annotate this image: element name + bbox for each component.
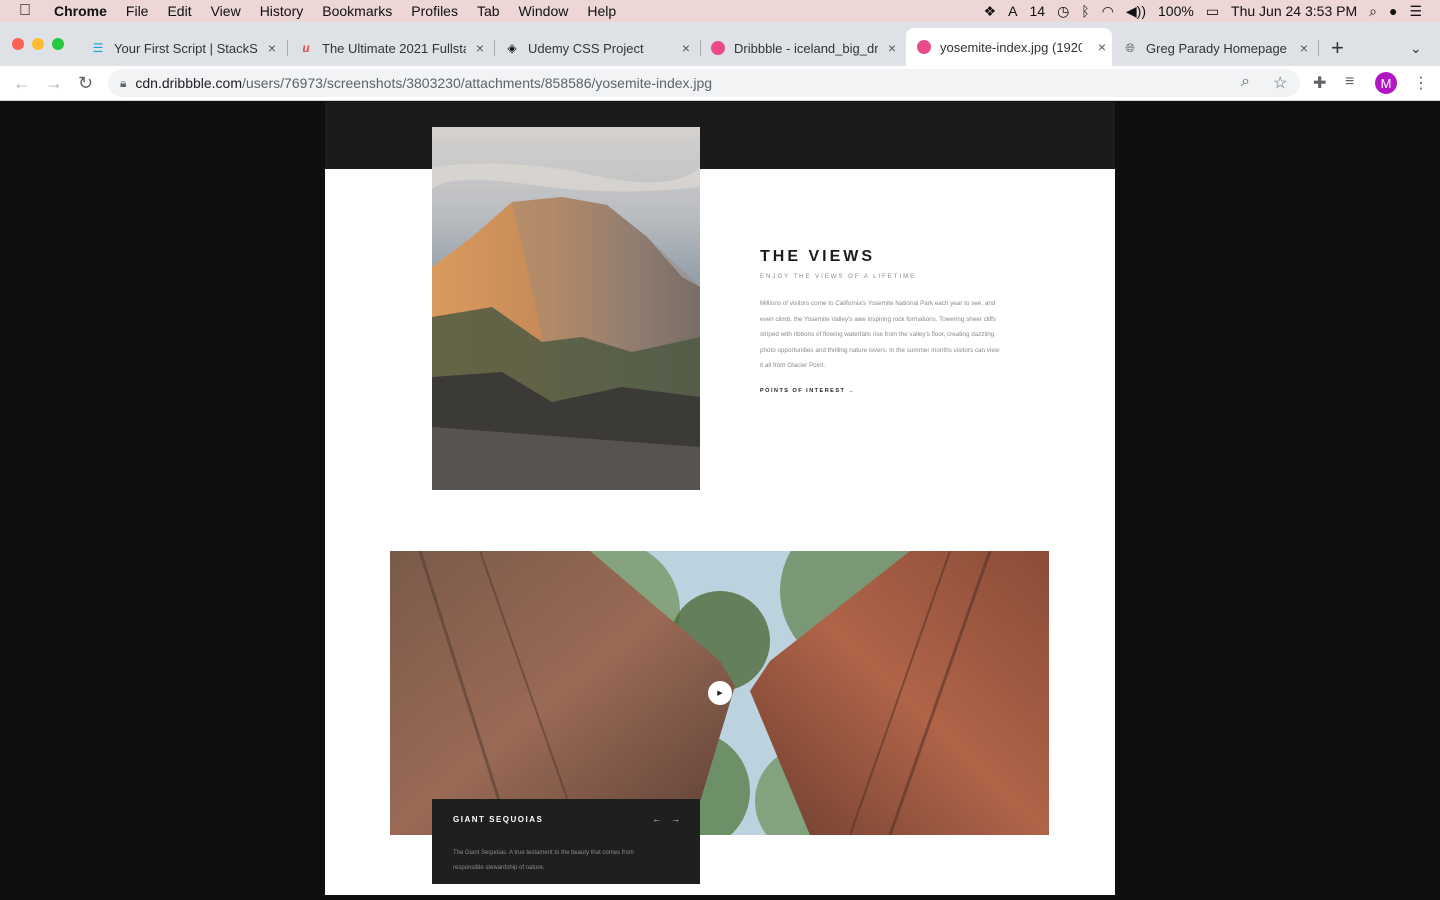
battery-icon[interactable]: ▭ [1206, 3, 1219, 20]
views-body: Millions of visitors come to California'… [760, 300, 1000, 370]
tab-codepen[interactable]: ◈ Udemy CSS Project × [504, 32, 696, 64]
tab-udemy-fullstack[interactable]: u The Ultimate 2021 Fullsta × [298, 32, 490, 64]
back-arrow-icon[interactable]: ← [13, 73, 31, 94]
new-tab-button[interactable]: + [1331, 32, 1344, 64]
address-bar[interactable]: 🔒︎ cdn.dribbble.com/users/76973/screensh… [108, 69, 1300, 97]
tab-stacks[interactable]: ☰ Your First Script | StackS × [90, 32, 282, 64]
menu-file[interactable]: File [126, 3, 149, 19]
tab-title: Udemy CSS Project [528, 40, 644, 56]
tab-title: Dribbble - iceland_big_dr [734, 40, 878, 56]
play-icon: ▶ [708, 681, 732, 705]
tab-separator [700, 40, 701, 56]
views-section: THE VIEWS ENJOY THE VIEWS OF A LIFETIME … [760, 248, 1000, 394]
dribbble-icon [710, 40, 726, 56]
zoom-window-button[interactable] [52, 38, 64, 50]
menu-view[interactable]: View [211, 3, 241, 19]
bluetooth-icon[interactable]: ᛒ [1081, 3, 1089, 19]
wifi-icon[interactable]: ◠ [1102, 3, 1114, 20]
arrow-left-icon: ← [652, 814, 661, 824]
minimize-window-button[interactable] [32, 38, 44, 50]
profile-avatar[interactable]: M [1375, 72, 1397, 94]
tab-separator [1318, 40, 1319, 56]
control-center-icon[interactable]: ☰ [1409, 3, 1422, 20]
battery-percent: 100% [1158, 3, 1194, 19]
globe-icon: 🌐︎ [1125, 40, 1135, 55]
udemy-icon: u [302, 41, 310, 55]
menu-app-chrome[interactable]: Chrome [54, 3, 107, 19]
menu-profiles[interactable]: Profiles [411, 3, 458, 19]
arrow-right-icon: → [671, 814, 680, 824]
yosemite-mockup-image: THE VIEWS ENJOY THE VIEWS OF A LIFETIME … [325, 102, 1115, 895]
extensions-puzzle-icon[interactable]: ✚ [1313, 73, 1326, 93]
menu-history[interactable]: History [260, 3, 304, 19]
reading-list-icon[interactable]: ≡ [1345, 73, 1354, 91]
tab-yosemite-active[interactable]: yosemite-index.jpg (1920 × [906, 28, 1112, 66]
url-path: /users/76973/screenshots/3803230/attachm… [242, 75, 713, 91]
zoom-icon[interactable]: ⌕ [1241, 73, 1250, 91]
adobe-icon[interactable]: A [1008, 3, 1017, 19]
tab-separator [494, 40, 495, 56]
dribbble-icon [916, 39, 932, 55]
codepen-icon: ◈ [507, 41, 517, 55]
volume-icon[interactable]: ◀)) [1126, 3, 1146, 20]
time-machine-icon[interactable]: ◷ [1057, 3, 1069, 20]
card-description: The Giant Sequoias. A true testament to … [453, 850, 634, 871]
close-tab-icon[interactable]: × [888, 40, 896, 56]
stacks-icon: ☰ [92, 41, 104, 55]
close-tab-icon[interactable]: × [476, 40, 484, 56]
image-viewer: THE VIEWS ENJOY THE VIEWS OF A LIFETIME … [0, 102, 1440, 900]
tab-title: yosemite-index.jpg (1920 [940, 39, 1082, 55]
status-area: ❖ A 14 ◷ ᛒ ◠ ◀)) 100% ▭ Thu Jun 24 3:53 … [984, 0, 1422, 22]
views-subtitle: ENJOY THE VIEWS OF A LIFETIME [760, 274, 917, 280]
tab-title: The Ultimate 2021 Fullsta [322, 40, 466, 56]
tab-dribbble-iceland[interactable]: Dribbble - iceland_big_dr × [710, 32, 902, 64]
tab-title: Greg Parady Homepage [1146, 40, 1287, 56]
bookmark-star-icon[interactable]: ☆ [1273, 73, 1287, 93]
menu-help[interactable]: Help [587, 3, 616, 19]
reload-icon[interactable]: ↻ [78, 73, 93, 94]
spotlight-search-icon[interactable]: ⌕ [1369, 3, 1377, 20]
menu-tab[interactable]: Tab [477, 3, 500, 19]
close-tab-icon[interactable]: × [1300, 40, 1308, 56]
close-tab-icon[interactable]: × [1098, 39, 1106, 55]
notification-count: 14 [1029, 3, 1046, 19]
more-menu-icon[interactable]: ⋮ [1413, 73, 1429, 93]
points-of-interest-link: POINTS OF INTEREST → [760, 387, 856, 394]
close-tab-icon[interactable]: × [682, 40, 690, 56]
lock-icon[interactable]: 🔒︎ [120, 76, 126, 91]
tab-greg-parady[interactable]: 🌐︎ Greg Parady Homepage × [1122, 32, 1314, 64]
menu-window[interactable]: Window [519, 3, 569, 19]
card-arrows: ← → [652, 814, 680, 824]
siri-icon[interactable]: ● [1389, 3, 1397, 19]
menu-edit[interactable]: Edit [167, 3, 191, 19]
half-dome-photo [432, 127, 700, 490]
card-title: GIANT SEQUOIAS [453, 815, 544, 824]
window-controls [12, 38, 64, 50]
apple-menu-icon[interactable]:  [19, 2, 37, 20]
menubar-clock[interactable]: Thu Jun 24 3:53 PM [1231, 3, 1357, 19]
tab-title: Your First Script | StackS [114, 40, 258, 56]
url-host: cdn.dribbble.com [135, 75, 243, 91]
tab-search-icon[interactable]: ⌄ [1410, 32, 1422, 64]
views-title: THE VIEWS [760, 248, 876, 265]
mac-menubar:  Chrome File Edit View History Bookmark… [0, 0, 1440, 22]
giant-sequoias-card: GIANT SEQUOIAS ← → The Giant Sequoias. A… [432, 799, 700, 884]
menu-bookmarks[interactable]: Bookmarks [322, 3, 392, 19]
close-window-button[interactable] [12, 38, 24, 50]
close-tab-icon[interactable]: × [268, 40, 276, 56]
tab-separator [287, 40, 288, 56]
forward-arrow-icon[interactable]: → [45, 73, 63, 94]
dropbox-icon[interactable]: ❖ [984, 3, 997, 20]
